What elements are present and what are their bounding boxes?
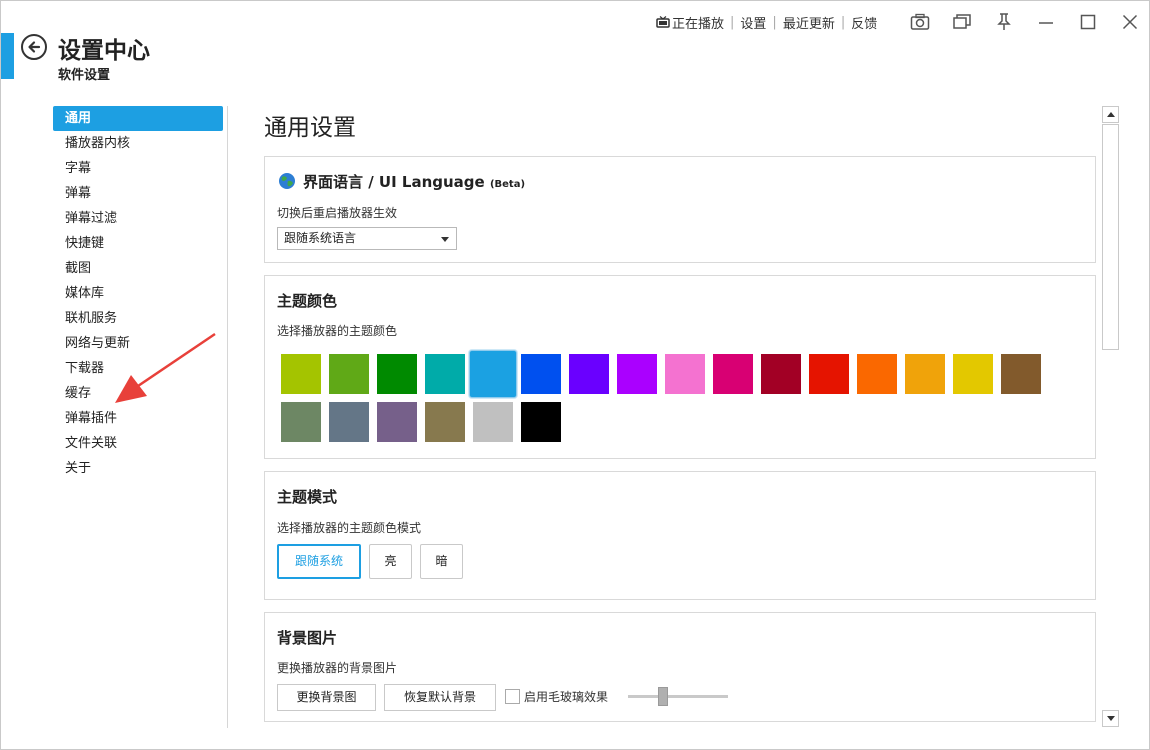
window-controls: [907, 10, 1150, 34]
camera-icon[interactable]: [907, 10, 933, 34]
language-desc: 切换后重启播放器生效: [277, 206, 398, 220]
sidebar-item-player-core[interactable]: 播放器内核: [53, 131, 223, 156]
blur-checkbox[interactable]: [505, 689, 520, 704]
color-swatch[interactable]: [425, 402, 465, 442]
color-swatch[interactable]: [329, 402, 369, 442]
top-links: 正在播放 | 设置 | 最近更新 | 反馈: [656, 13, 877, 32]
color-swatch[interactable]: [469, 350, 517, 398]
scroll-thumb[interactable]: [1102, 124, 1119, 350]
close-icon[interactable]: [1117, 10, 1143, 34]
pin-icon[interactable]: [991, 10, 1017, 34]
reset-background-button[interactable]: 恢复默认背景: [384, 684, 496, 711]
mode-light-button[interactable]: 亮: [369, 544, 412, 579]
blur-slider-track[interactable]: [628, 695, 728, 698]
language-select-value: 跟随系统语言: [284, 231, 357, 245]
color-swatch[interactable]: [521, 402, 561, 442]
sidebar-item-online-service[interactable]: 联机服务: [53, 306, 223, 331]
color-swatch[interactable]: [521, 354, 561, 394]
color-swatch[interactable]: [713, 354, 753, 394]
change-background-button[interactable]: 更换背景图: [277, 684, 376, 711]
color-swatch[interactable]: [377, 402, 417, 442]
sidebar-item-danmaku[interactable]: 弹幕: [53, 181, 223, 206]
sidebar-item-shortcuts[interactable]: 快捷键: [53, 231, 223, 256]
arrow-down-icon: [1106, 716, 1115, 721]
theme-color-title: 主题颜色: [277, 292, 338, 310]
background-desc: 更换播放器的背景图片: [277, 661, 398, 675]
feedback-link[interactable]: 反馈: [851, 13, 877, 32]
page-subtitle: 软件设置: [58, 68, 111, 83]
color-swatch[interactable]: [281, 402, 321, 442]
settings-link[interactable]: 设置: [740, 13, 766, 32]
settings-sidebar: 通用 播放器内核 字幕 弹幕 弹幕过滤 快捷键 截图 媒体库 联机服务 网络与更…: [53, 106, 223, 481]
color-swatch[interactable]: [1001, 354, 1041, 394]
color-swatch[interactable]: [617, 354, 657, 394]
minimize-icon[interactable]: [1033, 10, 1059, 34]
background-title: 背景图片: [277, 629, 338, 647]
tv-icon: [656, 16, 670, 28]
language-title: 界面语言 / UI Language (Beta): [303, 171, 525, 192]
color-swatch[interactable]: [329, 354, 369, 394]
color-swatch[interactable]: [665, 354, 705, 394]
now-playing-label: 正在播放: [672, 17, 725, 32]
blur-slider-thumb[interactable]: [658, 687, 668, 706]
main-title: 通用设置: [264, 115, 356, 141]
settings-window: 设置中心 软件设置 正在播放 | 设置 | 最近更新 | 反馈 通用 播放器内核…: [0, 0, 1150, 750]
separator: |: [730, 15, 735, 30]
page-title: 设置中心: [58, 38, 150, 64]
arrow-up-icon: [1106, 112, 1115, 117]
sidebar-item-downloader[interactable]: 下载器: [53, 356, 223, 381]
sidebar-item-screenshot[interactable]: 截图: [53, 256, 223, 281]
separator: |: [772, 15, 777, 30]
now-playing-link[interactable]: 正在播放: [656, 13, 724, 32]
theme-mode-desc: 选择播放器的主题颜色模式: [277, 521, 422, 535]
sidebar-divider: [227, 106, 228, 728]
theme-mode-card: 主题模式 选择播放器的主题颜色模式 跟随系统 亮 暗: [264, 471, 1096, 600]
accent-strip: [1, 33, 14, 79]
sidebar-item-media-library[interactable]: 媒体库: [53, 281, 223, 306]
language-select[interactable]: 跟随系统语言: [277, 227, 457, 250]
sidebar-item-network-update[interactable]: 网络与更新: [53, 331, 223, 356]
color-swatch[interactable]: [857, 354, 897, 394]
color-swatch[interactable]: [569, 354, 609, 394]
color-swatch[interactable]: [761, 354, 801, 394]
sidebar-item-danmaku-filter[interactable]: 弹幕过滤: [53, 206, 223, 231]
mode-dark-button[interactable]: 暗: [420, 544, 463, 579]
separator: |: [840, 15, 846, 30]
color-swatch[interactable]: [473, 402, 513, 442]
beta-badge: (Beta): [489, 179, 526, 190]
main-scrollbar[interactable]: [1102, 106, 1119, 728]
sidebar-item-about[interactable]: 关于: [53, 456, 223, 481]
restore-window-icon[interactable]: [949, 10, 975, 34]
color-swatch[interactable]: [953, 354, 993, 394]
background-card: 背景图片 更换播放器的背景图片 更换背景图 恢复默认背景 启用毛玻璃效果: [264, 612, 1096, 722]
language-card: 界面语言 / UI Language (Beta) 切换后重启播放器生效 跟随系…: [264, 156, 1096, 263]
sidebar-item-danmaku-plugins[interactable]: 弹幕插件: [53, 406, 223, 431]
theme-color-card: 主题颜色 选择播放器的主题颜色: [264, 275, 1096, 459]
scroll-down-button[interactable]: [1102, 710, 1119, 727]
color-swatch[interactable]: [425, 354, 465, 394]
recent-updates-link[interactable]: 最近更新: [783, 13, 835, 32]
sidebar-item-cache[interactable]: 缓存: [53, 381, 223, 406]
chevron-down-icon: [441, 237, 449, 242]
theme-color-desc: 选择播放器的主题颜色: [277, 324, 398, 338]
color-swatch[interactable]: [905, 354, 945, 394]
language-title-text: 界面语言 / UI Language: [303, 173, 485, 191]
sidebar-item-file-association[interactable]: 文件关联: [53, 431, 223, 456]
sidebar-item-general[interactable]: 通用: [53, 106, 223, 131]
blur-checkbox-label: 启用毛玻璃效果: [524, 690, 609, 704]
theme-mode-title: 主题模式: [277, 488, 338, 506]
arrow-left-icon: [28, 41, 41, 53]
mode-follow-system-button[interactable]: 跟随系统: [277, 544, 361, 579]
scroll-up-button[interactable]: [1102, 106, 1119, 123]
color-swatch[interactable]: [281, 354, 321, 394]
globe-icon: [279, 173, 295, 189]
sidebar-item-subtitles[interactable]: 字幕: [53, 156, 223, 181]
color-swatch[interactable]: [377, 354, 417, 394]
color-swatch[interactable]: [809, 354, 849, 394]
back-button[interactable]: [21, 34, 47, 60]
maximize-icon[interactable]: [1075, 10, 1101, 34]
